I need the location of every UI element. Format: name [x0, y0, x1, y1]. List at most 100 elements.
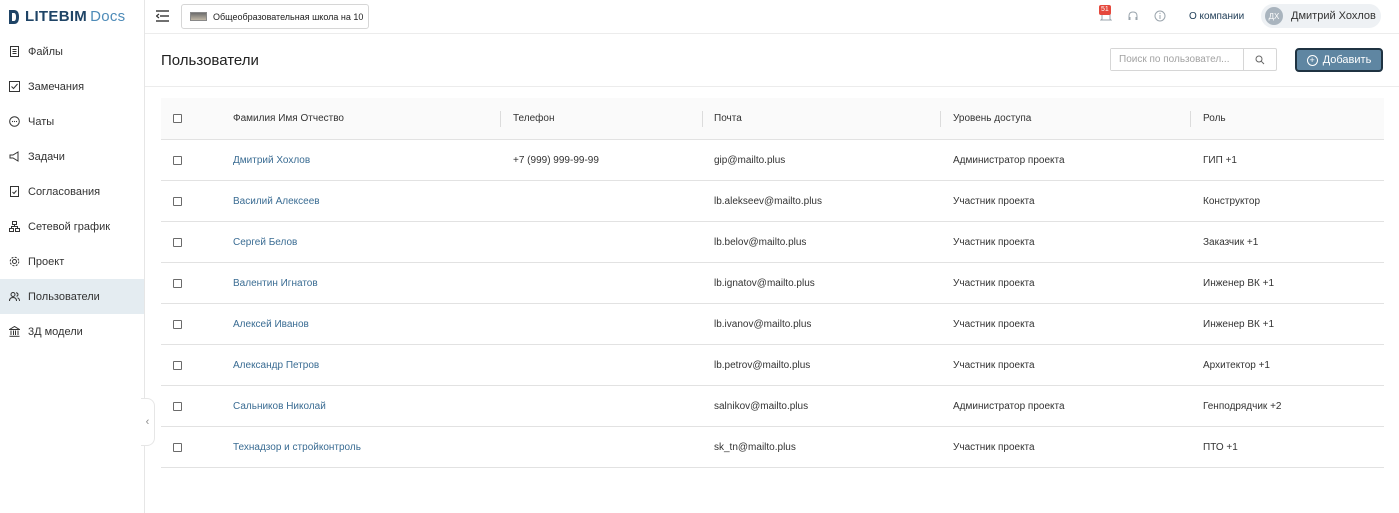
- access-level-cell: Участник проекта: [953, 195, 1035, 207]
- row-checkbox[interactable]: [173, 196, 182, 206]
- table-row[interactable]: Сальников Николай salnikov@mailto.plus Адм…: [161, 386, 1384, 427]
- row-checkbox-cell: [173, 263, 182, 303]
- column-header-name[interactable]: Фамилия Имя Отчество: [233, 98, 344, 139]
- sidebar-item-label: Задачи: [28, 150, 65, 163]
- headset-icon[interactable]: [1127, 10, 1139, 22]
- row-checkbox[interactable]: [173, 278, 182, 288]
- user-name-link[interactable]: Василий Алексеев: [233, 196, 320, 207]
- row-checkbox[interactable]: [173, 319, 182, 329]
- table-row[interactable]: Валентин Игнатов lb.ignatov@mailto.plus Уч…: [161, 263, 1384, 304]
- select-all-checkbox[interactable]: [173, 114, 182, 123]
- email-cell: salnikov@mailto.plus: [714, 400, 809, 412]
- table-row[interactable]: Дмитрий Хохлов +7 (999) 999-99-99 gip@mail…: [161, 140, 1384, 181]
- row-checkbox[interactable]: [173, 237, 182, 247]
- table-body: Дмитрий Хохлов +7 (999) 999-99-99 gip@mail…: [161, 140, 1384, 468]
- row-checkbox[interactable]: [173, 401, 182, 411]
- user-name-link[interactable]: Сергей Белов: [233, 237, 297, 248]
- table-row[interactable]: Сергей Белов lb.belov@mailto.plus Участник…: [161, 222, 1384, 263]
- app-logo[interactable]: LITEBIM Docs: [0, 0, 144, 33]
- page-header: Пользователи + Добавить: [145, 34, 1399, 87]
- user-menu[interactable]: ДХ Дмитрий Хохлов: [1261, 4, 1381, 28]
- column-divider: [940, 111, 941, 127]
- access-level-cell: Участник проекта: [953, 318, 1035, 330]
- user-name-link[interactable]: Дмитрий Хохлов: [233, 155, 310, 166]
- row-checkbox-cell: [173, 222, 182, 262]
- row-checkbox-cell: [173, 181, 182, 221]
- sidebar-item-label: Проект: [28, 255, 65, 268]
- info-icon[interactable]: [1154, 10, 1166, 22]
- name-cell: Василий Алексеев: [233, 181, 320, 221]
- user-name-link[interactable]: Сальников Николай: [233, 401, 326, 412]
- sidebar-item-label: Замечания: [28, 80, 85, 93]
- access-level-cell: Участник проекта: [953, 236, 1035, 248]
- column-header-role[interactable]: Роль: [1203, 98, 1226, 139]
- building-icon: [9, 326, 20, 337]
- logo-sub-text: Docs: [90, 8, 126, 25]
- role-cell: Инженер ВК +1: [1203, 277, 1275, 289]
- column-header-access[interactable]: Уровень доступа: [953, 98, 1031, 139]
- gear-icon: [9, 256, 20, 267]
- name-cell: Александр Петров: [233, 345, 319, 385]
- table-row[interactable]: Василий Алексеев lb.alekseev@mailto.plus У…: [161, 181, 1384, 222]
- sidebar-item-7[interactable]: Проект: [0, 244, 144, 279]
- page-title: Пользователи: [161, 52, 259, 69]
- user-name-link[interactable]: Алексей Иванов: [233, 319, 309, 330]
- sidebar-item-8[interactable]: Пользователи: [0, 279, 144, 314]
- megaphone-icon: [9, 151, 20, 162]
- sidebar-collapse-button[interactable]: ‹: [141, 398, 155, 446]
- column-header-email[interactable]: Почта: [714, 98, 742, 139]
- role-cell: ПТО +1: [1203, 441, 1238, 453]
- email-cell: lb.belov@mailto.plus: [714, 236, 807, 248]
- menu-collapse-icon[interactable]: [156, 10, 169, 22]
- sidebar-item-5[interactable]: Согласования: [0, 174, 144, 209]
- role-cell: Инженер ВК +1: [1203, 318, 1275, 330]
- sidebar-item-label: 3Д модели: [28, 325, 83, 338]
- sidebar-item-2[interactable]: Замечания: [0, 69, 144, 104]
- sidebar-item-4[interactable]: Задачи: [0, 139, 144, 174]
- role-cell: Заказчик +1: [1203, 236, 1259, 248]
- sidebar-item-3[interactable]: Чаты: [0, 104, 144, 139]
- notifications-button[interactable]: 51: [1099, 5, 1113, 23]
- table-row[interactable]: Алексей Иванов lb.ivanov@mailto.plus Участ…: [161, 304, 1384, 345]
- project-thumbnail: [190, 12, 207, 21]
- litebim-logo-icon: [9, 9, 19, 24]
- role-cell: Архитектор +1: [1203, 359, 1270, 371]
- search-icon: [1255, 55, 1265, 64]
- access-level-cell: Администратор проекта: [953, 154, 1065, 166]
- row-checkbox[interactable]: [173, 360, 182, 370]
- add-user-button[interactable]: + Добавить: [1295, 48, 1383, 72]
- column-header-phone[interactable]: Телефон: [513, 98, 554, 139]
- role-cell: ГИП +1: [1203, 154, 1237, 166]
- table-row[interactable]: Технадзор и стройконтроль sk_tn@mailto.pl…: [161, 427, 1384, 468]
- sidebar-item-9[interactable]: 3Д модели: [0, 314, 144, 349]
- sidebar-item-label: Пользователи: [28, 290, 100, 303]
- search-input[interactable]: [1111, 49, 1243, 70]
- plus-circle-icon: +: [1306, 54, 1318, 66]
- column-divider: [500, 111, 501, 127]
- row-checkbox[interactable]: [173, 442, 182, 452]
- role-cell: Генподрядчик +2: [1203, 400, 1282, 412]
- user-name-link[interactable]: Валентин Игнатов: [233, 278, 318, 289]
- notification-badge: 51: [1099, 5, 1111, 15]
- row-checkbox-cell: [173, 386, 182, 426]
- user-name-link[interactable]: Технадзор и стройконтроль: [233, 442, 361, 453]
- search-button[interactable]: [1243, 49, 1276, 70]
- user-name: Дмитрий Хохлов: [1291, 10, 1376, 22]
- row-checkbox[interactable]: [173, 155, 182, 165]
- header-checkbox-cell: [173, 98, 182, 139]
- sidebar-item-6[interactable]: Сетевой график: [0, 209, 144, 244]
- email-cell: gip@mailto.plus: [714, 154, 786, 166]
- sidebar-item-1[interactable]: Файлы: [0, 34, 144, 69]
- name-cell: Сергей Белов: [233, 222, 297, 262]
- project-selector[interactable]: Общеобразовательная школа на 10: [181, 4, 369, 29]
- access-level-cell: Участник проекта: [953, 359, 1035, 371]
- email-cell: lb.alekseev@mailto.plus: [714, 195, 822, 207]
- add-button-label: Добавить: [1322, 54, 1372, 66]
- column-divider: [702, 111, 703, 127]
- user-name-link[interactable]: Александр Петров: [233, 360, 319, 371]
- project-name: Общеобразовательная школа на 10: [213, 11, 364, 22]
- table-row[interactable]: Александр Петров lb.petrov@mailto.plus Уча…: [161, 345, 1384, 386]
- users-icon: [9, 291, 20, 302]
- network-graph-icon: [9, 221, 20, 232]
- about-company-link[interactable]: О компании: [1189, 11, 1244, 22]
